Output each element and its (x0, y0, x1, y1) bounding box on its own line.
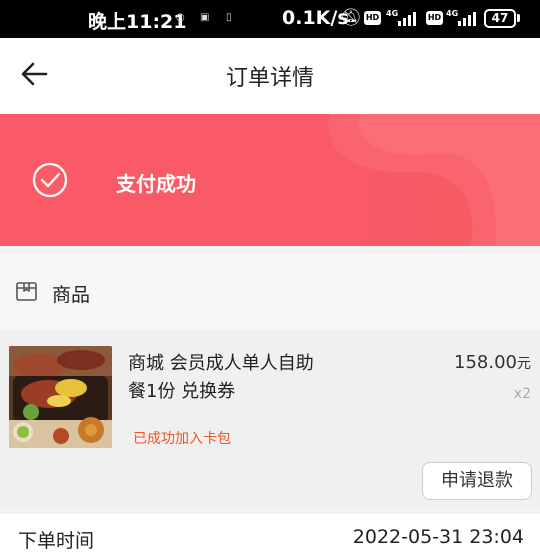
card-wallet-tag: 已成功加入卡包 (133, 431, 231, 447)
order-time-row: 下单时间 2022-05-31 23:04 (0, 514, 540, 560)
bell-muted-icon: 🔕︎ (340, 8, 362, 28)
network-type: 4G (386, 9, 399, 18)
nav-bar: 订单详情 (0, 38, 540, 114)
lock-icon: ▯ (226, 12, 232, 23)
goods-section-header: 商品 (0, 254, 540, 330)
signal-icon (398, 12, 418, 26)
payment-status-banner: 支付成功 (0, 114, 540, 246)
package-icon (16, 282, 37, 301)
status-bar: 晚上11:21 ◎ ▣ ▯ 0.1K/s 🔕︎ HD 4G HD 4G 47 (0, 0, 540, 38)
banner-background (328, 114, 540, 246)
signal-icon-2 (458, 12, 478, 26)
network-speed: 0.1K/s (282, 7, 349, 29)
hd-icon-2: HD (426, 11, 443, 25)
network-type-2: 4G (446, 9, 459, 18)
product-item[interactable]: 商城 会员成人单人自助餐1份 兑换券 158.00元 x2 已成功加入卡包 申请… (0, 330, 540, 508)
payment-status-text: 支付成功 (116, 172, 196, 196)
hd-icon: HD (364, 11, 381, 25)
product-price: 158.00元 (454, 352, 531, 373)
order-time-value: 2022-05-31 23:04 (352, 526, 524, 548)
sim-icon: ▣ (200, 12, 210, 23)
battery-icon: 47 (484, 9, 516, 28)
battery-tip (517, 14, 520, 22)
check-circle-icon (32, 162, 68, 198)
price-currency: 元 (517, 356, 531, 372)
notification-icon: ◎ (176, 12, 185, 23)
product-quantity: x2 (513, 386, 531, 402)
product-name: 商城 会员成人单人自助餐1份 兑换券 (128, 353, 314, 402)
status-time: 晚上11:21 (88, 11, 187, 33)
price-amount: 158.00 (454, 352, 517, 373)
page-title: 订单详情 (225, 66, 314, 91)
order-time-label: 下单时间 (18, 530, 95, 552)
goods-section-label: 商品 (52, 284, 91, 306)
product-image (9, 346, 112, 448)
refund-button[interactable]: 申请退款 (422, 462, 532, 500)
